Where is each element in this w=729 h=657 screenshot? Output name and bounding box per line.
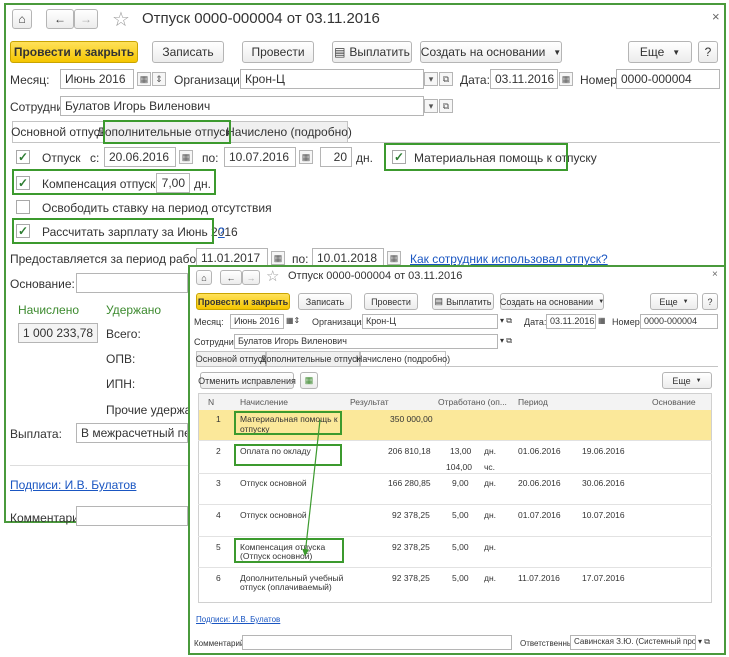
annotation-arrows — [302, 419, 321, 557]
arrow-line — [302, 419, 321, 557]
